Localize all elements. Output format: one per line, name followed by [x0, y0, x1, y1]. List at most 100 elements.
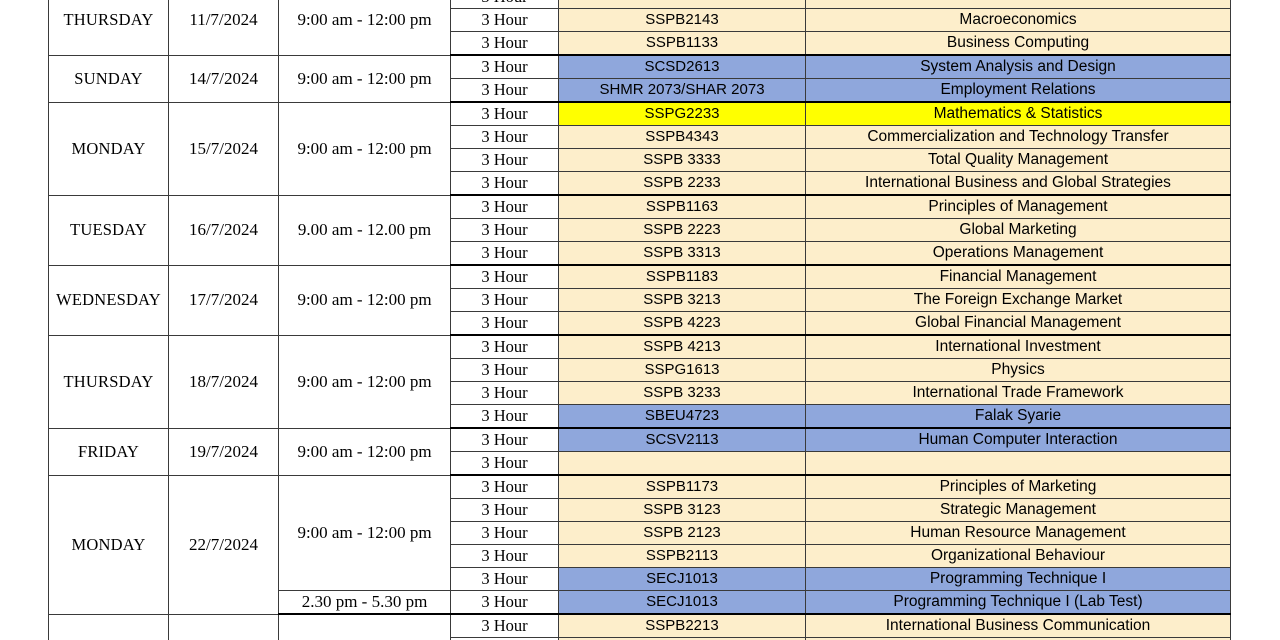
- timetable-row: WEDNESDAY 17/7/2024 9:00 am - 12:00 pm 3 Ho…: [48, 264, 1231, 336]
- duration-cell: 3 Hour: [450, 8, 559, 32]
- subject-name-cell: Strategic Management: [805, 498, 1231, 522]
- duration-cell: 3 Hour: [450, 590, 559, 615]
- subject-name-cell: Falak Syarie: [805, 404, 1231, 429]
- timetable-scroll-region: THURSDAY 11/7/2024 9:00 am - 12:00 pm 3 Hou…: [48, 0, 1231, 640]
- subject-code-cell: SCSD2613: [558, 54, 806, 79]
- date-cell: 17/7/2024: [168, 264, 279, 336]
- time-cell: 9:00 am - 12:00 pm: [278, 334, 451, 429]
- duration-cell: 3 Hour: [450, 334, 559, 359]
- subject-name-cell: Global Marketing: [805, 218, 1231, 242]
- day-cell: MONDAY: [48, 101, 169, 196]
- subject-name-cell: The Foreign Exchange Market: [805, 288, 1231, 312]
- subject-code-cell: SSPG2233: [558, 101, 806, 126]
- subject-name-cell: Macroeconomics: [805, 8, 1231, 32]
- subject-code-cell: SSPB1163: [558, 194, 806, 219]
- subject-name-cell: Total Quality Management: [805, 148, 1231, 172]
- subject-name-cell: Programming Technique I (Lab Test): [805, 590, 1231, 615]
- duration-cell: 3 Hour: [450, 544, 559, 568]
- day-cell: FRIDAY: [48, 427, 169, 476]
- date-cell: 18/7/2024: [168, 334, 279, 429]
- subject-name-cell: Financial Management: [805, 264, 1231, 289]
- subject-name-cell: Human Resource Management: [805, 521, 1231, 545]
- subject-name-cell: Commercialization and Technology Transfe…: [805, 125, 1231, 149]
- subject-name-cell: International Investment: [805, 334, 1231, 359]
- duration-cell: 3 Hour: [450, 218, 559, 242]
- duration-cell: 3 Hour: [450, 474, 559, 499]
- subject-code-cell: SSPB 3313: [558, 241, 806, 266]
- time-cell: 9:00 am - 12:00 pm: [278, 613, 451, 640]
- subject-code-cell: SECJ1013: [558, 567, 806, 591]
- day-cell: WEDNESDAY: [48, 264, 169, 336]
- timetable-body: THURSDAY 11/7/2024 9:00 am - 12:00 pm 3 Hou…: [48, 0, 1231, 640]
- day-cell: THURSDAY: [48, 334, 169, 429]
- time-cell: 9.00 am - 12.00 pm: [278, 194, 451, 266]
- time-cell: 9:00 am - 12:00 pm: [278, 427, 451, 476]
- duration-cell: 3 Hour: [450, 498, 559, 522]
- subject-code-cell: SSPB 3213: [558, 288, 806, 312]
- subject-name-cell: Operations Management: [805, 241, 1231, 266]
- subject-code-cell: SHMR 2073/SHAR 2073: [558, 78, 806, 103]
- timetable-row: THURSDAY 18/7/2024 9:00 am - 12:00 pm 3 Hou…: [48, 334, 1231, 429]
- day-cell: TUESDAY: [48, 194, 169, 266]
- duration-cell: 3 Hour: [450, 381, 559, 405]
- timetable-row: TUESDAY 16/7/2024 9.00 am - 12.00 pm 3 Hour…: [48, 194, 1231, 266]
- subject-name-cell: Organizational Behaviour: [805, 544, 1231, 568]
- day-cell: TUESDAY: [48, 613, 169, 640]
- time-cell: 9:00 am - 12:00 pm: [278, 474, 451, 591]
- subject-code-cell: SSPB2143: [558, 8, 806, 32]
- time-cell: 9:00 am - 12:00 pm: [278, 264, 451, 336]
- date-cell: 16/7/2024: [168, 194, 279, 266]
- subject-name-cell: Principles of Management: [805, 194, 1231, 219]
- day-cell: MONDAY: [48, 474, 169, 615]
- subject-code-cell: SSPB 3333: [558, 148, 806, 172]
- timetable-row: MONDAY 15/7/2024 9:00 am - 12:00 pm 3 Hour S…: [48, 101, 1231, 196]
- subject-name-cell: International Business and Global Strate…: [805, 171, 1231, 196]
- timetable-row: TUESDAY23/7/20249:00 am - 12:00 pm3 Hour…: [48, 613, 1231, 640]
- subject-name-cell: Mathematics & Statistics: [805, 101, 1231, 126]
- duration-cell: 3 Hour: [450, 451, 559, 476]
- subject-code-cell: SCSV2113: [558, 427, 806, 452]
- subject-name-cell: Physics: [805, 358, 1231, 382]
- duration-cell: 3 Hour: [450, 404, 559, 429]
- subject-code-cell: SECJ1013: [558, 590, 806, 615]
- subject-name-cell: International Trade Framework: [805, 381, 1231, 405]
- date-cell: 22/7/2024: [168, 474, 279, 615]
- subject-code-cell: SSPB1183: [558, 264, 806, 289]
- subject-code-cell: [558, 451, 806, 476]
- duration-cell: 3 Hour: [450, 101, 559, 126]
- time-cell: 9:00 am - 12:00 pm: [278, 101, 451, 196]
- subject-code-cell: SSPB1173: [558, 474, 806, 499]
- exam-timetable-page: THURSDAY 11/7/2024 9:00 am - 12:00 pm 3 Hou…: [0, 0, 1280, 640]
- subject-name-cell: Employment Relations: [805, 78, 1231, 103]
- duration-cell: 3 Hour: [450, 567, 559, 591]
- date-cell: 23/7/2024: [168, 613, 279, 640]
- subject-name-cell: International Business Communication: [805, 613, 1231, 638]
- duration-cell: 3 Hour: [450, 311, 559, 336]
- subject-code-cell: SSPB 3123: [558, 498, 806, 522]
- timetable-row: FRIDAY 19/7/2024 9:00 am - 12:00 pm 3 Hour S…: [48, 427, 1231, 476]
- day-cell: SUNDAY: [48, 54, 169, 103]
- duration-cell: 3 Hour: [450, 171, 559, 196]
- subject-code-cell: SSPB2113: [558, 544, 806, 568]
- subject-name-cell: [805, 0, 1231, 9]
- subject-name-cell: Global Financial Management: [805, 311, 1231, 336]
- subject-name-cell: Business Computing: [805, 31, 1231, 56]
- time-cell: 9:00 am - 12:00 pm: [278, 0, 451, 56]
- timetable-row: SUNDAY 14/7/2024 9:00 am - 12:00 pm 3 Hour S…: [48, 54, 1231, 103]
- duration-cell: 3 Hour: [450, 427, 559, 452]
- duration-cell: 3 Hour: [450, 78, 559, 103]
- duration-cell: 3 Hour: [450, 264, 559, 289]
- duration-cell: 3 Hour: [450, 0, 559, 9]
- subject-code-cell: SSPB 2233: [558, 171, 806, 196]
- subject-name-cell: System Analysis and Design: [805, 54, 1231, 79]
- subject-code-cell: SSPG1613: [558, 358, 806, 382]
- subject-code-cell: SSPB 2123: [558, 521, 806, 545]
- duration-cell: 3 Hour: [450, 148, 559, 172]
- subject-code-cell: SSPB 4223: [558, 311, 806, 336]
- exam-timetable: THURSDAY 11/7/2024 9:00 am - 12:00 pm 3 Hou…: [48, 0, 1231, 640]
- subject-code-cell: SSPB 3233: [558, 381, 806, 405]
- date-cell: 14/7/2024: [168, 54, 279, 103]
- subject-name-cell: Human Computer Interaction: [805, 427, 1231, 452]
- duration-cell: 3 Hour: [450, 521, 559, 545]
- date-cell: 15/7/2024: [168, 101, 279, 196]
